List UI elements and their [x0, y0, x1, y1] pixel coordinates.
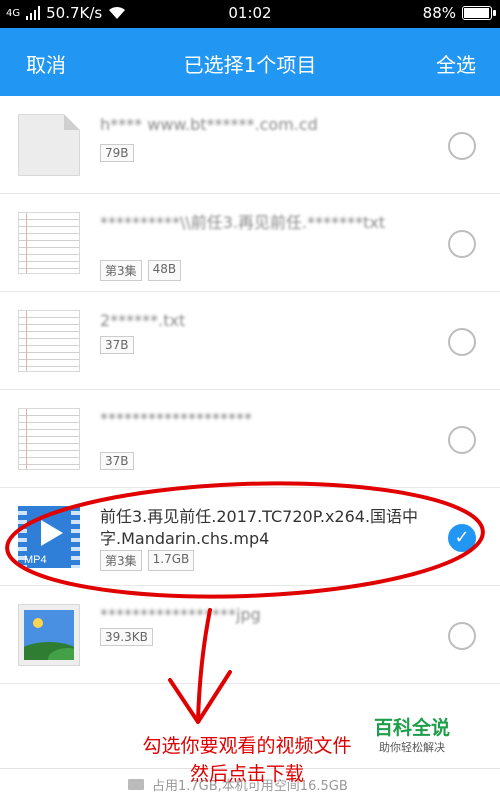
file-size-tag: 79B [100, 144, 134, 162]
file-list-item[interactable]: *****************jpg 39.3KB [0, 586, 500, 684]
select-radio[interactable] [448, 132, 476, 160]
episode-tag: 第3集 [100, 550, 142, 571]
page-title: 已选择1个项目 [183, 53, 317, 77]
checkmark-icon: ✓ [454, 527, 470, 548]
file-list-item[interactable]: ******************* 37B [0, 390, 500, 488]
app-bar: 取消 已选择1个项目 全选 [0, 28, 500, 96]
battery-percent: 88% [422, 4, 456, 22]
file-size-tag: 1.7GB [147, 550, 195, 571]
select-radio[interactable] [448, 230, 476, 258]
annotation-line-2: 然后点击下载 [189, 763, 304, 785]
file-name: 2******.txt [100, 311, 186, 330]
text-file-icon [18, 310, 80, 372]
file-name: **********\\前任3.再见前任.*******txt [100, 213, 386, 232]
file-name: h**** www.bt******.com.cd [100, 115, 318, 134]
select-radio[interactable] [448, 328, 476, 356]
file-size-tag: 39.3KB [100, 628, 153, 646]
select-radio[interactable] [448, 426, 476, 454]
watermark-subtitle: 助你轻松解决 [379, 741, 445, 754]
file-list-item-selected[interactable]: MP4 前任3.再见前任.2017.TC720P.x264.国语中字.Manda… [0, 488, 500, 586]
file-list-item[interactable]: 2******.txt 37B [0, 292, 500, 390]
select-radio[interactable] [448, 622, 476, 650]
annotation-line-1: 勾选你要观看的视频文件 [142, 735, 352, 757]
document-icon [18, 114, 80, 176]
file-name: 前任3.再见前任.2017.TC720P.x264.国语中字.Mandarin.… [100, 507, 419, 548]
file-size-tag: 48B [147, 260, 182, 281]
watermark-title: 百科全说 [373, 717, 450, 739]
file-name: ******************* [100, 409, 252, 428]
text-file-icon [18, 212, 80, 274]
battery-icon [462, 6, 496, 20]
episode-tag: 第3集 [100, 260, 142, 281]
file-size-tag: 37B [100, 452, 134, 470]
video-type-label: MP4 [24, 554, 47, 566]
mp4-video-icon: MP4 [18, 506, 80, 568]
text-file-icon [18, 408, 80, 470]
file-name: *****************jpg [100, 605, 261, 624]
watermark-logo: 百科全说 助你轻松解决 [362, 716, 462, 756]
select-radio-checked[interactable]: ✓ [448, 524, 476, 552]
file-list: h**** www.bt******.com.cd 79B **********… [0, 96, 500, 684]
file-size-tag: 37B [100, 336, 134, 354]
image-file-icon [18, 604, 80, 666]
status-bar: 4G 50.7K/s 01:02 88% [0, 0, 500, 28]
file-list-item[interactable]: h**** www.bt******.com.cd 79B [0, 96, 500, 194]
select-all-button[interactable]: 全选 [436, 49, 476, 78]
file-list-item[interactable]: **********\\前任3.再见前任.*******txt 第3集 48B [0, 194, 500, 292]
